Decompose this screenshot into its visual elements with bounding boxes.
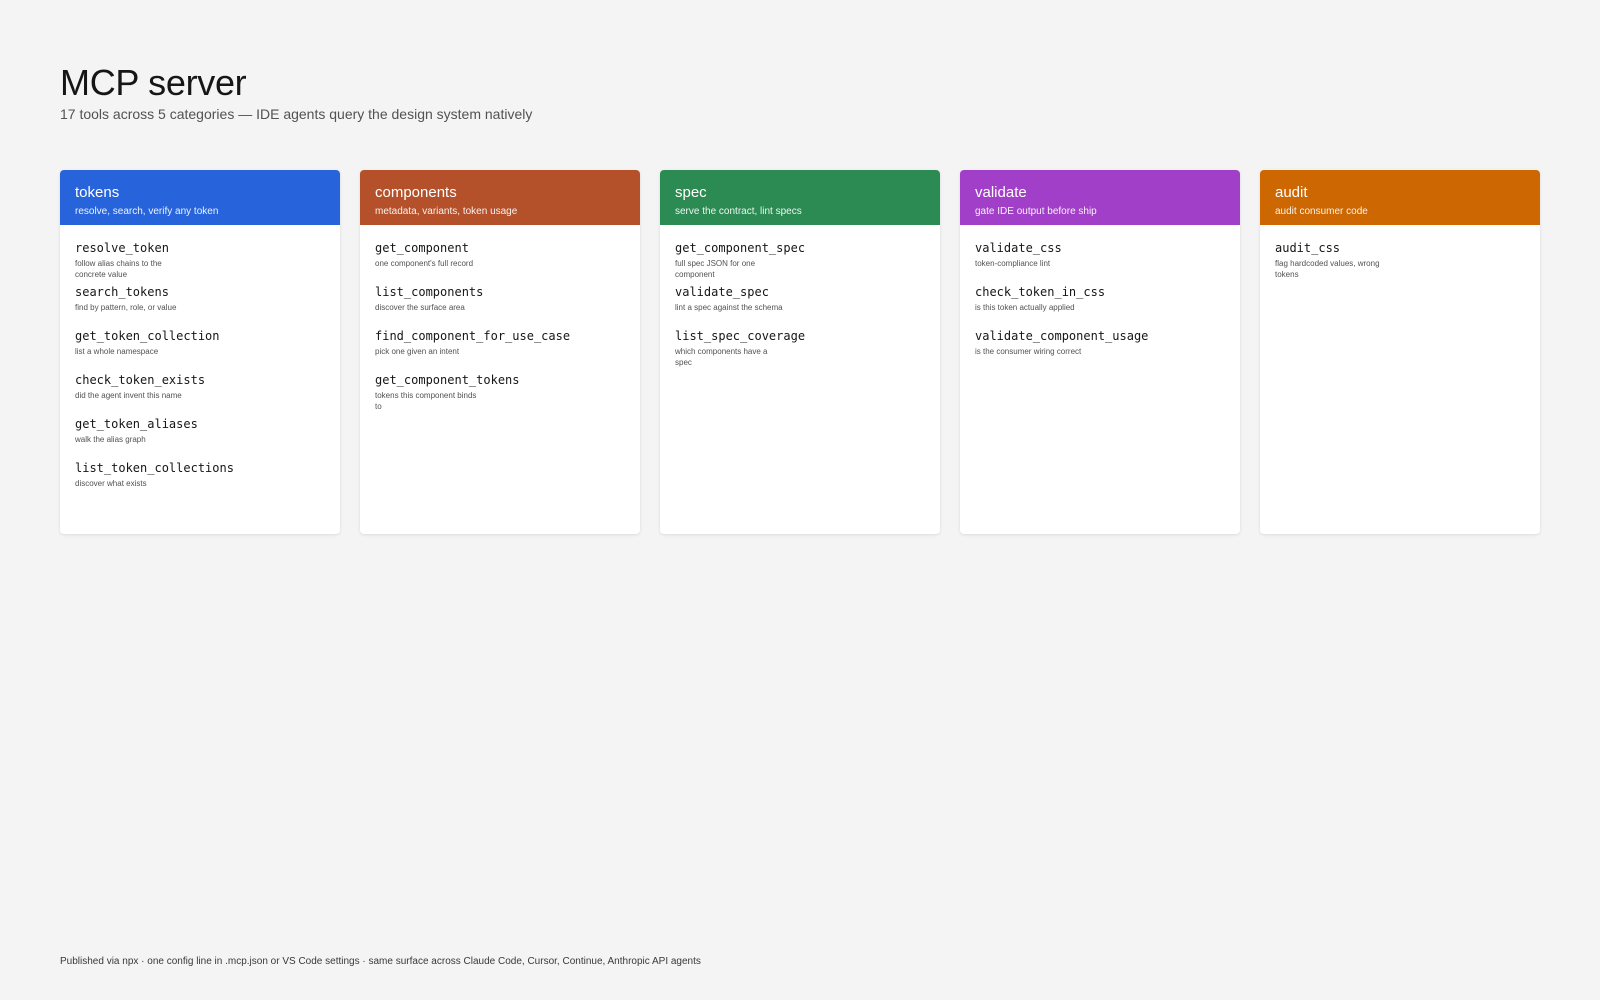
tool-list: resolve_token follow alias chains to the… xyxy=(60,225,340,505)
footer-note: Published via npx · one config line in .… xyxy=(60,956,701,967)
card-description: audit consumer code xyxy=(1275,206,1368,217)
tool-description: full spec JSON for one component xyxy=(675,259,756,279)
tool-name: check_token_exists xyxy=(75,373,206,387)
tool-item-find-component-for-use-case: find_component_for_use_case pick one giv… xyxy=(375,329,625,373)
card-spec: spec serve the contract, lint specs get_… xyxy=(660,170,940,534)
tool-item-get-component-spec: get_component_spec full spec JSON for on… xyxy=(675,241,925,285)
tool-description: lint a spec against the schema xyxy=(675,303,783,312)
card-tokens: tokens resolve, search, verify any token… xyxy=(60,170,340,534)
tool-item-list-spec-coverage: list_spec_coverage which components have… xyxy=(675,329,925,373)
tool-name: list_spec_coverage xyxy=(675,329,806,343)
tool-description: find by pattern, role, or value xyxy=(75,303,177,312)
tool-description: discover the surface area xyxy=(375,303,465,312)
tool-description: discover what exists xyxy=(75,479,147,488)
tool-name: resolve_token xyxy=(75,241,169,255)
tool-name: search_tokens xyxy=(75,285,169,299)
tool-list: get_component one component's full recor… xyxy=(360,225,640,417)
tool-description: did the agent invent this name xyxy=(75,391,182,400)
card-title: audit xyxy=(1275,184,1308,201)
card-header: validate gate IDE output before ship xyxy=(960,170,1240,225)
tool-item-list-components: list_components discover the surface are… xyxy=(375,285,625,329)
card-header: tokens resolve, search, verify any token xyxy=(60,170,340,225)
tool-description: which components have a spec xyxy=(675,347,768,367)
card-description: serve the contract, lint specs xyxy=(675,206,802,217)
tool-item-check-token-in-css: check_token_in_css is this token actuall… xyxy=(975,285,1225,329)
tool-name: get_component_spec xyxy=(675,241,806,255)
tool-item-resolve-token: resolve_token follow alias chains to the… xyxy=(75,241,325,285)
tool-name: validate_component_usage xyxy=(975,329,1149,343)
tool-name: get_token_collection xyxy=(75,329,220,343)
tool-name: check_token_in_css xyxy=(975,285,1106,299)
tool-name: validate_css xyxy=(975,241,1062,255)
tool-name: get_component xyxy=(375,241,469,255)
tool-name: list_components xyxy=(375,285,484,299)
page-subtitle: 17 tools across 5 categories — IDE agent… xyxy=(60,106,533,122)
tool-description: flag hardcoded values, wrong tokens xyxy=(1275,259,1380,279)
tool-item-search-tokens: search_tokens find by pattern, role, or … xyxy=(75,285,325,329)
tool-item-validate-spec: validate_spec lint a spec against the sc… xyxy=(675,285,925,329)
tool-description: is the consumer wiring correct xyxy=(975,347,1082,356)
tool-name: audit_css xyxy=(1275,241,1341,255)
tool-description: tokens this component binds to xyxy=(375,391,477,411)
tool-description: list a whole namespace xyxy=(75,347,159,356)
card-description: metadata, variants, token usage xyxy=(375,206,518,217)
card-components: components metadata, variants, token usa… xyxy=(360,170,640,534)
card-title: components xyxy=(375,184,457,201)
tool-name: list_token_collections xyxy=(75,461,234,475)
page-title: MCP server xyxy=(60,62,247,103)
tool-name: get_component_tokens xyxy=(375,373,520,387)
card-audit: audit audit consumer code audit_css flag… xyxy=(1260,170,1540,534)
tool-list: audit_css flag hardcoded values, wrong t… xyxy=(1260,225,1540,285)
tool-list: get_component_spec full spec JSON for on… xyxy=(660,225,940,373)
tool-list: validate_css token-compliance lint check… xyxy=(960,225,1240,373)
tool-name: get_token_aliases xyxy=(75,417,198,431)
tool-name: find_component_for_use_case xyxy=(375,329,571,343)
card-title: spec xyxy=(675,184,707,201)
tool-item-validate-component-usage: validate_component_usage is the consumer… xyxy=(975,329,1225,373)
tool-description: walk the alias graph xyxy=(75,435,146,444)
card-validate: validate gate IDE output before ship val… xyxy=(960,170,1240,534)
card-description: gate IDE output before ship xyxy=(975,206,1097,217)
tool-description: is this token actually applied xyxy=(975,303,1075,312)
card-title: tokens xyxy=(75,184,120,201)
card-header: audit audit consumer code xyxy=(1260,170,1540,225)
tool-item-get-token-collection: get_token_collection list a whole namesp… xyxy=(75,329,325,373)
tool-description: token-compliance lint xyxy=(975,259,1051,268)
card-header: components metadata, variants, token usa… xyxy=(360,170,640,225)
card-header: spec serve the contract, lint specs xyxy=(660,170,940,225)
category-cards: tokens resolve, search, verify any token… xyxy=(60,170,1540,534)
tool-item-audit-css: audit_css flag hardcoded values, wrong t… xyxy=(1275,241,1525,285)
tool-description: pick one given an intent xyxy=(375,347,460,356)
card-description: resolve, search, verify any token xyxy=(75,206,219,217)
tool-item-get-token-aliases: get_token_aliases walk the alias graph xyxy=(75,417,325,461)
tool-item-list-token-collections: list_token_collections discover what exi… xyxy=(75,461,325,505)
tool-description: follow alias chains to the concrete valu… xyxy=(75,259,162,279)
tool-item-get-component-tokens: get_component_tokens tokens this compone… xyxy=(375,373,625,417)
tool-item-validate-css: validate_css token-compliance lint xyxy=(975,241,1225,285)
tool-item-check-token-exists: check_token_exists did the agent invent … xyxy=(75,373,325,417)
tool-name: validate_spec xyxy=(675,285,769,299)
tool-description: one component's full record xyxy=(375,259,474,268)
tool-item-get-component: get_component one component's full recor… xyxy=(375,241,625,285)
card-title: validate xyxy=(975,184,1027,201)
